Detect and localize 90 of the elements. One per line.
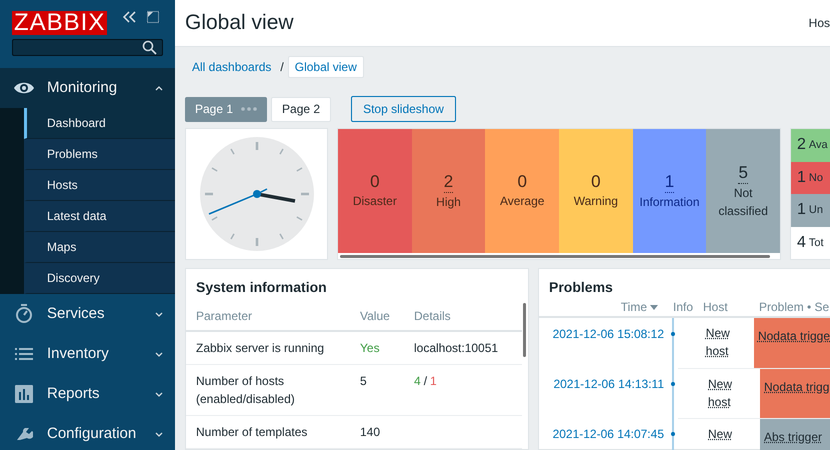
scrollbar[interactable]: [523, 303, 526, 357]
severity-tile[interactable]: 2 High: [412, 129, 486, 253]
page-title: Global view: [185, 10, 294, 36]
breadcrumb-link[interactable]: All dashboards: [187, 56, 276, 78]
severity-label: Information: [640, 194, 700, 210]
chevron-up-icon: [155, 86, 163, 90]
eye-icon: [13, 81, 35, 95]
submenu-item[interactable]: Maps: [24, 232, 175, 263]
menu-item[interactable]: Services: [0, 294, 175, 334]
column-header[interactable]: Info: [673, 298, 703, 316]
page-tab[interactable]: Page 1: [185, 96, 268, 122]
parameter-cell-text: Zabbix server is running: [195, 340, 326, 357]
severity-tile[interactable]: 1 Information: [632, 129, 706, 253]
severity-count[interactable]: 0: [370, 172, 380, 192]
severity-label: Warning: [574, 193, 618, 210]
chevron-down-icon: [155, 432, 163, 436]
host-link[interactable]: New: [708, 425, 740, 443]
widget-title: System information: [195, 278, 328, 297]
scrollbar[interactable]: [340, 254, 770, 258]
details-cell-text: 4: [414, 373, 421, 390]
availability-label: Tot: [808, 236, 824, 250]
availability-count: 4: [797, 232, 806, 253]
stopwatch-icon: [15, 304, 33, 324]
submenu-item[interactable]: Problems: [24, 139, 175, 170]
breadcrumb-separator: /: [280, 59, 284, 76]
severity-label: Average: [500, 193, 544, 210]
submenu-item[interactable]: Hosts: [24, 170, 175, 201]
severity-tile[interactable]: 0 Disaster: [338, 129, 412, 253]
severity-label: Disaster: [352, 193, 397, 210]
details-cell-text: localhost:10051: [414, 340, 498, 357]
column-header: Parameter: [195, 308, 254, 325]
availability-label: Ava: [808, 138, 828, 153]
availability-count: 2: [797, 135, 806, 156]
time-link[interactable]: 2021-12-06 14:07:45: [552, 425, 664, 450]
chevron-down-icon: [155, 352, 163, 356]
availability-label: Un: [808, 203, 823, 218]
page-tab[interactable]: Page 2: [271, 96, 332, 122]
chevron-down-icon: [155, 312, 163, 316]
problem-link[interactable]: Nodata trigge: [758, 329, 830, 343]
header-text: Hos: [808, 15, 830, 32]
submenu-item[interactable]: Dashboard: [24, 108, 175, 139]
severity-count[interactable]: 2: [444, 172, 454, 192]
chevron-down-icon: [155, 392, 163, 396]
severity-tile[interactable]: 5 Not classified: [706, 129, 780, 253]
wrench-icon: [15, 428, 33, 440]
menu-item[interactable]: Configuration: [0, 414, 175, 450]
value-cell-text: 140: [360, 424, 382, 441]
submenu-item[interactable]: Latest data: [24, 201, 175, 232]
menu-item[interactable]: Reports: [0, 374, 175, 414]
logo[interactable]: ZABBIX: [12, 11, 108, 35]
value-cell-text: Yes: [360, 340, 381, 357]
problem-link[interactable]: Abs trigger: [764, 430, 822, 444]
details-cell-text: /: [424, 373, 428, 390]
time-link[interactable]: 2021-12-06 14:13:11: [553, 375, 664, 418]
severity-count[interactable]: 0: [591, 172, 601, 192]
search-icon[interactable]: [142, 40, 157, 55]
collapse-icon[interactable]: [123, 11, 138, 23]
details-cell-text: 1: [430, 373, 437, 390]
severity-label: High: [436, 194, 461, 210]
value-cell-text: 5: [360, 373, 368, 390]
parameter-cell-text: Number of templates: [195, 424, 308, 441]
fullscreen-icon[interactable]: [147, 11, 160, 23]
column-header[interactable]: Host: [703, 298, 755, 316]
availability-count: 1: [797, 200, 806, 220]
parameter-cell-text: Number of hosts (enabled/disabled): [195, 373, 296, 408]
menu-item[interactable]: Inventory: [0, 334, 175, 374]
menu-item[interactable]: Monitoring: [0, 68, 175, 108]
availability-label: No: [808, 170, 823, 186]
column-header[interactable]: Problem • Se: [755, 298, 830, 316]
severity-count[interactable]: 5: [738, 162, 748, 184]
severity-tile[interactable]: 0 Warning: [559, 129, 633, 253]
search-field[interactable]: [12, 39, 163, 56]
column-header: Details: [414, 308, 452, 325]
availability-count: 1: [797, 168, 806, 188]
list-icon: [15, 347, 33, 361]
stop-slideshow-button[interactable]: Stop slideshow: [351, 96, 456, 122]
host-link[interactable]: New host: [708, 375, 740, 411]
severity-count[interactable]: 0: [517, 172, 527, 192]
column-header: Value: [360, 308, 391, 325]
column-header[interactable]: Time: [539, 298, 668, 316]
bar-chart-icon: [15, 385, 33, 403]
severity-tile[interactable]: 0 Average: [485, 129, 560, 253]
submenu-item[interactable]: Discovery: [24, 263, 175, 294]
widget-title: Problems: [548, 278, 614, 297]
host-link[interactable]: New host: [706, 324, 738, 360]
breadcrumb-link[interactable]: Global view: [288, 56, 364, 78]
time-link[interactable]: 2021-12-06 15:08:12: [552, 325, 664, 368]
problem-link[interactable]: Nodata trigg: [764, 380, 830, 394]
severity-count[interactable]: 1: [664, 172, 674, 192]
severity-label: Not classified: [718, 184, 769, 220]
